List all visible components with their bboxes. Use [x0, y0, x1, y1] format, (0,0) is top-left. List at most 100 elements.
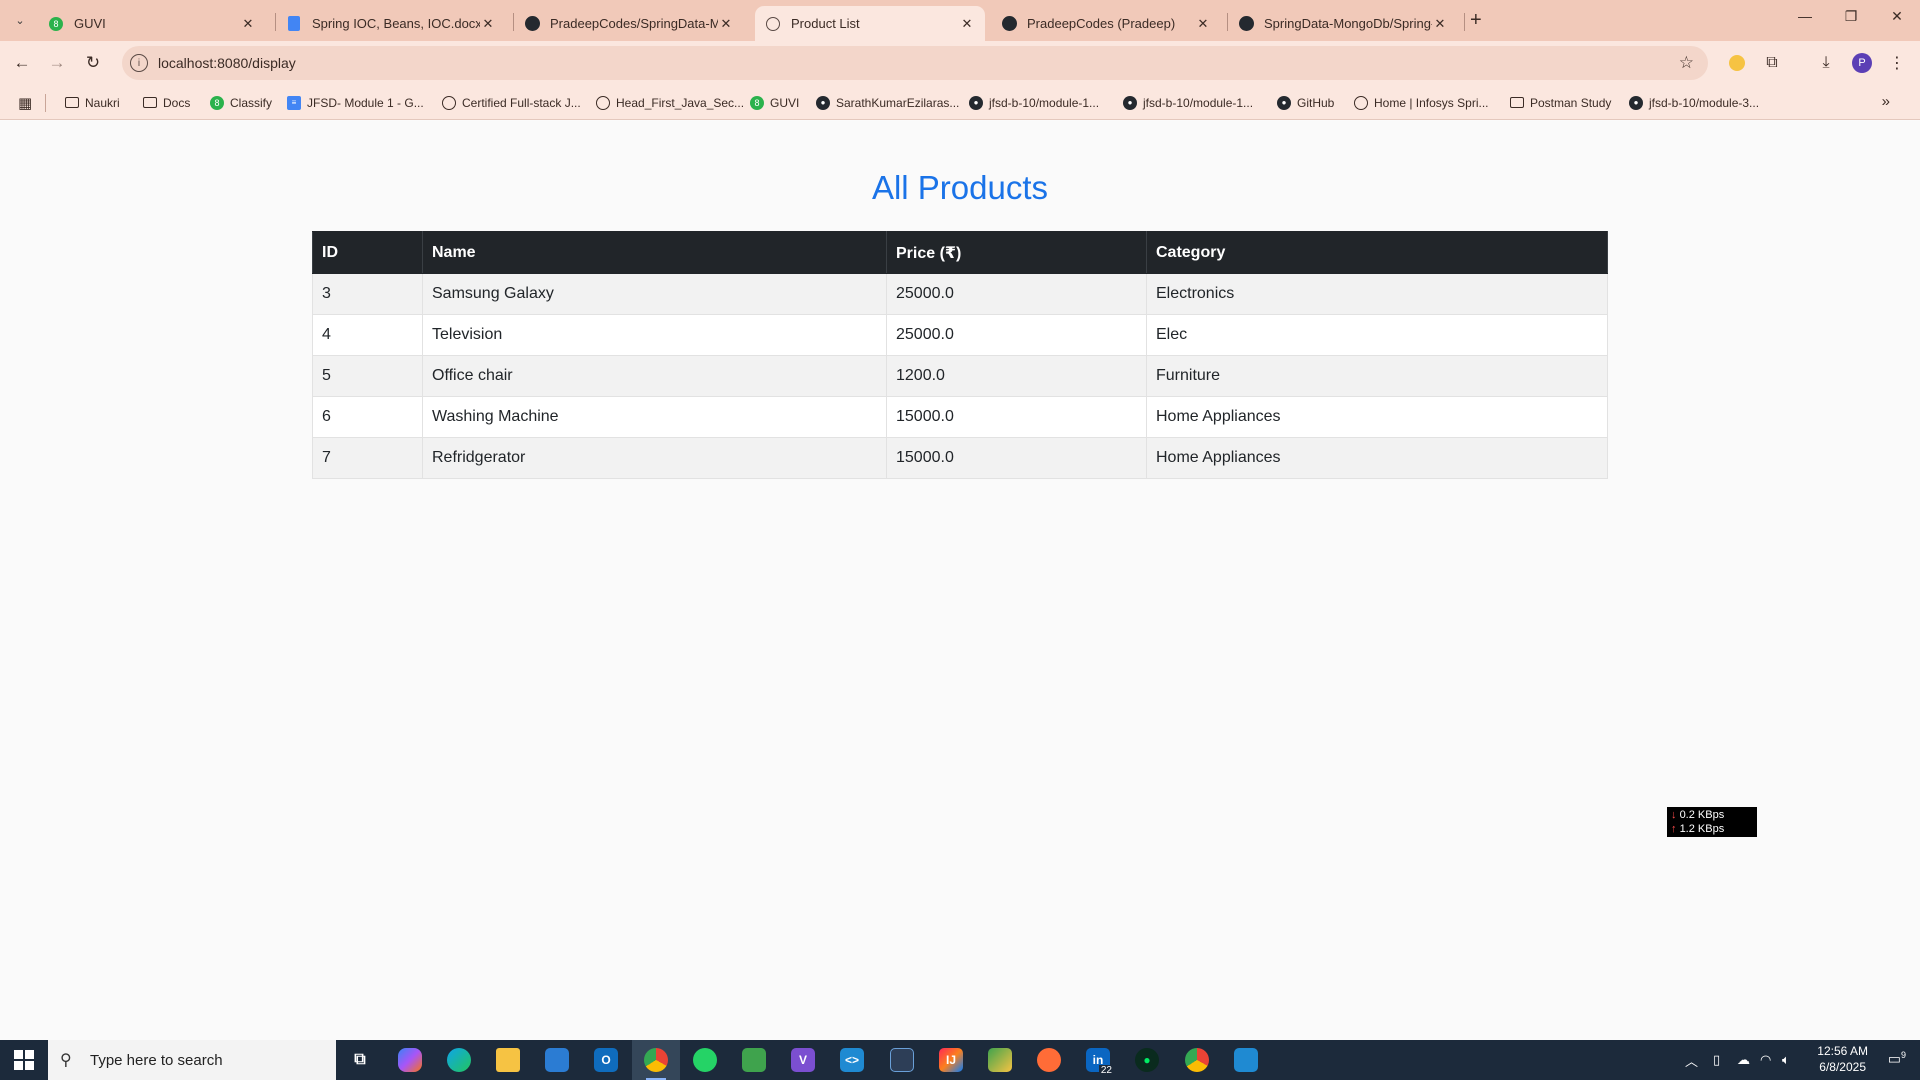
ide-icon[interactable] — [878, 1040, 926, 1080]
globe-icon — [596, 95, 610, 110]
bookmark-github[interactable]: ● GitHub — [1277, 85, 1334, 120]
bookmark-head-first-java[interactable]: Head_First_Java_Sec... — [596, 85, 744, 120]
window-close-icon[interactable]: ✕ — [1874, 8, 1920, 25]
app-icon[interactable] — [1222, 1040, 1270, 1080]
reload-icon[interactable]: ↻ — [81, 51, 105, 75]
bookmark-jfsd-b10-module-1b[interactable]: ● jfsd-b-10/module-1... — [1123, 85, 1253, 120]
bookmark-star-icon[interactable]: ☆ — [1679, 53, 1694, 73]
extensions-puzzle-icon[interactable]: ⧉ — [1760, 51, 1784, 75]
chrome-icon[interactable] — [632, 1040, 680, 1080]
tab-title: Spring IOC, Beans, IOC.docx - G — [312, 16, 480, 31]
tab-guvi[interactable]: 8 GUVI ✕ — [38, 6, 266, 41]
tool-icon[interactable] — [976, 1040, 1024, 1080]
search-icon: ⚲ — [60, 1052, 72, 1069]
mongodb-compass-icon[interactable]: ● — [1123, 1040, 1171, 1080]
taskbar-search-placeholder: Type here to search — [90, 1051, 223, 1069]
taskbar-search[interactable]: ⚲ Type here to search — [48, 1040, 336, 1080]
table-row: 5 Office chair 1200.0 Furniture — [312, 355, 1608, 397]
github-icon: ● — [1277, 95, 1291, 110]
bookmark-label: jfsd-b-10/module-3... — [1649, 95, 1760, 110]
new-tab-icon[interactable]: + — [1470, 9, 1482, 32]
close-tab-icon[interactable]: ✕ — [718, 16, 734, 32]
tab-springdata-repo[interactable]: PradeepCodes/SpringData-Mo ✕ — [514, 6, 744, 41]
bookmark-label: Naukri — [85, 95, 120, 110]
tab-springdata-mongodb[interactable]: SpringData-MongoDb/Spring-D ✕ — [1228, 6, 1458, 41]
apps-grid-icon[interactable]: ▦ — [18, 94, 32, 112]
chrome-icon[interactable] — [1173, 1040, 1221, 1080]
back-icon[interactable]: ← — [10, 51, 34, 75]
close-tab-icon[interactable]: ✕ — [480, 16, 496, 32]
bookmark-certified-fullstack[interactable]: Certified Full-stack J... — [442, 85, 581, 120]
forward-icon[interactable]: → — [45, 51, 69, 75]
cell-name: Washing Machine — [422, 396, 887, 438]
intellij-icon[interactable]: IJ — [927, 1040, 975, 1080]
bookmark-docs[interactable]: Docs — [143, 85, 190, 120]
download-icon[interactable]: ⤓ — [1814, 51, 1838, 75]
visual-studio-icon[interactable]: V — [779, 1040, 827, 1080]
url-text[interactable]: localhost:8080/display — [158, 55, 296, 71]
chevron-double-right-icon[interactable]: » — [1882, 93, 1890, 110]
bookmark-label: jfsd-b-10/module-1... — [989, 95, 1100, 110]
github-icon — [1238, 16, 1254, 32]
restore-icon[interactable]: ❐ — [1828, 8, 1874, 25]
cell-price: 25000.0 — [886, 314, 1147, 356]
extension-sun-icon[interactable] — [1725, 51, 1749, 75]
vscode-icon[interactable]: <> — [828, 1040, 876, 1080]
file-explorer-icon[interactable] — [484, 1040, 532, 1080]
notepad-icon[interactable] — [730, 1040, 778, 1080]
tab-product-list[interactable]: Product List ✕ — [755, 6, 985, 41]
whatsapp-icon[interactable] — [681, 1040, 729, 1080]
clock-date: 6/8/2025 — [1819, 1060, 1866, 1074]
profile-avatar[interactable]: P — [1850, 51, 1874, 75]
bookmark-jfsd-b10-module-3[interactable]: ● jfsd-b-10/module-3... — [1629, 85, 1759, 120]
browser-toolbar: ← → ↻ i localhost:8080/display ☆ ⧉ ⤓ P ⋮ — [0, 41, 1920, 85]
bookmark-jfsd-module-1[interactable]: ≡ JFSD- Module 1 - G... — [287, 85, 424, 120]
show-hidden-icons[interactable]: ︿ — [1685, 1040, 1698, 1080]
tab-pradeepcodes[interactable]: PradeepCodes (Pradeep) ✕ — [991, 6, 1221, 41]
minimize-icon[interactable]: — — [1782, 8, 1828, 24]
wifi-icon[interactable]: ◠ — [1760, 1040, 1771, 1080]
onedrive-cloud-icon[interactable]: ☁ — [1737, 1040, 1750, 1080]
bookmark-label: GitHub — [1297, 95, 1335, 110]
site-info-icon[interactable]: i — [130, 54, 148, 72]
guvi-icon: 8 — [750, 95, 764, 110]
cell-id: 4 — [312, 314, 423, 356]
bookmark-infosys[interactable]: Home | Infosys Spri... — [1354, 85, 1489, 120]
cell-id: 6 — [312, 396, 423, 438]
cell-price: 1200.0 — [886, 355, 1147, 397]
windows-taskbar: ⚲ Type here to search ⧉ O V <> IJ in 22 ●… — [0, 1040, 1920, 1080]
tab-search-button[interactable]: ⌄ — [10, 10, 30, 30]
cell-price: 15000.0 — [886, 396, 1147, 438]
volume-icon[interactable]: 🔈︎ — [1782, 1040, 1790, 1080]
close-tab-icon[interactable]: ✕ — [1195, 16, 1211, 32]
task-view-icon[interactable]: ⧉ — [336, 1040, 384, 1080]
bookmark-guvi[interactable]: 8 GUVI — [750, 85, 799, 120]
store-icon[interactable] — [533, 1040, 581, 1080]
bookmark-jfsd-b10-module-1a[interactable]: ● jfsd-b-10/module-1... — [969, 85, 1099, 120]
address-bar[interactable]: i localhost:8080/display ☆ — [122, 46, 1708, 80]
close-tab-icon[interactable]: ✕ — [959, 16, 975, 32]
outlook-icon[interactable]: O — [582, 1040, 630, 1080]
github-icon — [524, 16, 540, 32]
system-clock[interactable]: 12:56 AM 6/8/2025 — [1817, 1043, 1868, 1075]
bookmark-naukri[interactable]: Naukri — [65, 85, 120, 120]
start-button[interactable] — [0, 1040, 48, 1080]
close-tab-icon[interactable]: ✕ — [1432, 16, 1448, 32]
bookmark-classify[interactable]: 8 Classify — [210, 85, 272, 120]
linkedin-icon[interactable]: in 22 — [1074, 1040, 1122, 1080]
bookmark-sarathkumar[interactable]: ● SarathKumarEzilaras... — [816, 85, 959, 120]
bookmark-postman-study[interactable]: Postman Study — [1510, 85, 1611, 120]
copilot-icon[interactable] — [386, 1040, 434, 1080]
edge-icon[interactable] — [435, 1040, 483, 1080]
cell-name: Office chair — [422, 355, 887, 397]
column-header-id: ID — [312, 231, 423, 274]
postman-icon[interactable] — [1025, 1040, 1073, 1080]
tab-spring-ioc-doc[interactable]: Spring IOC, Beans, IOC.docx - G ✕ — [276, 6, 506, 41]
notification-center-icon[interactable]: ▭9 — [1888, 1050, 1906, 1068]
products-table: ID Name Price (₹) Category 3 Samsung Gal… — [312, 231, 1608, 479]
guvi-icon: 8 — [48, 16, 64, 32]
globe-icon — [1354, 95, 1368, 110]
close-tab-icon[interactable]: ✕ — [240, 16, 256, 32]
battery-icon[interactable]: ▯ — [1713, 1040, 1720, 1080]
menu-kebab-icon[interactable]: ⋮ — [1885, 51, 1909, 75]
